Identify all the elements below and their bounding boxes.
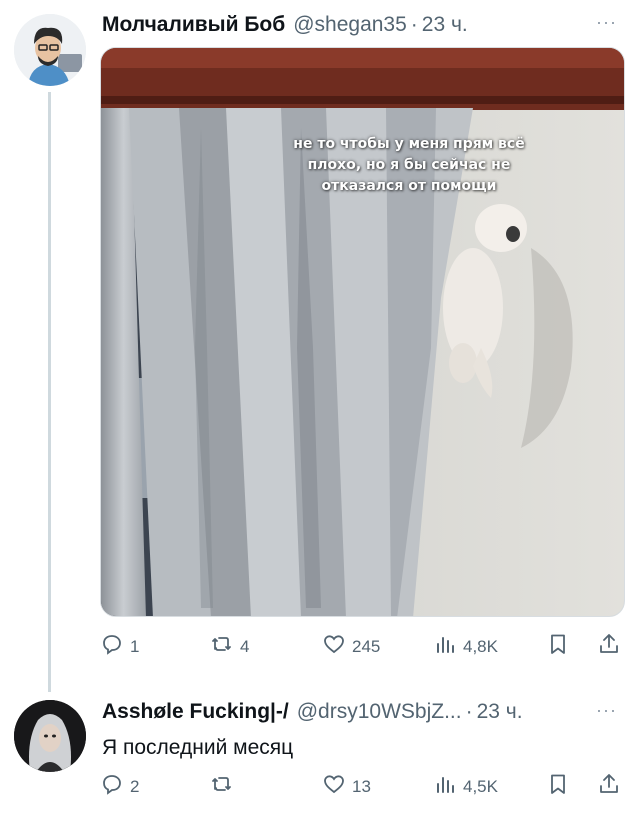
timestamp[interactable]: 23 ч. <box>422 13 468 37</box>
timestamp[interactable]: 23 ч. <box>477 700 523 724</box>
tweet-header: Молчаливый Боб @shegan35 · 23 ч. <box>102 13 468 37</box>
display-name[interactable]: Молчаливый Боб <box>102 13 285 37</box>
bookmark-icon <box>546 772 570 801</box>
more-options-icon[interactable]: ··· <box>596 12 617 33</box>
separator: · <box>465 700 473 723</box>
user-handle[interactable]: @shegan35 <box>293 13 407 37</box>
like-button[interactable]: 245 <box>322 632 380 661</box>
thread-connector-line <box>48 92 51 692</box>
reply-icon <box>100 632 124 661</box>
separator: · <box>410 13 418 36</box>
tweet-actions: 1 4 245 4,8K <box>100 632 625 662</box>
reply-icon <box>100 772 124 801</box>
reply-button[interactable]: 1 <box>100 632 139 661</box>
more-options-icon[interactable]: ··· <box>596 700 617 721</box>
retweet-button[interactable] <box>210 772 240 801</box>
heart-icon <box>322 772 346 801</box>
views-count: 4,5K <box>463 776 498 796</box>
like-button[interactable]: 13 <box>322 772 371 801</box>
retweet-icon <box>210 632 234 661</box>
views-button[interactable]: 4,8K <box>433 632 498 661</box>
avatar[interactable] <box>14 14 86 86</box>
share-icon <box>597 632 621 661</box>
user-handle[interactable]: @drsy10WSbjZ... <box>297 700 462 724</box>
image-caption: не то чтобы у меня прям всё плохо, но я … <box>293 136 525 194</box>
tweet-actions: 2 13 4,5K <box>100 772 625 802</box>
bookmark-button[interactable] <box>546 632 570 661</box>
reply-count: 2 <box>130 776 140 796</box>
heart-icon <box>322 632 346 661</box>
retweet-icon <box>210 772 234 801</box>
share-button[interactable] <box>597 772 621 801</box>
views-button[interactable]: 4,5K <box>433 772 498 801</box>
retweet-count: 4 <box>240 636 250 656</box>
bar-chart-icon <box>433 632 457 661</box>
display-name[interactable]: Asshøle Fucking|-/ <box>102 700 289 724</box>
bookmark-button[interactable] <box>546 772 570 801</box>
avatar[interactable] <box>14 700 86 772</box>
tweet-header: Asshøle Fucking|-/ @drsy10WSbjZ... · 23 … <box>102 700 523 724</box>
tweet-image[interactable]: не то чтобы у меня прям всё плохо, но я … <box>100 47 625 617</box>
tweet-text: Я последний месяц <box>102 736 294 759</box>
share-button[interactable] <box>597 632 621 661</box>
like-count: 245 <box>352 636 381 656</box>
reply-button[interactable]: 2 <box>100 772 139 801</box>
bookmark-icon <box>546 632 570 661</box>
share-icon <box>597 772 621 801</box>
reply-count: 1 <box>130 636 140 656</box>
like-count: 13 <box>352 776 371 796</box>
retweet-button[interactable]: 4 <box>210 632 249 661</box>
bar-chart-icon <box>433 772 457 801</box>
views-count: 4,8K <box>463 636 498 656</box>
